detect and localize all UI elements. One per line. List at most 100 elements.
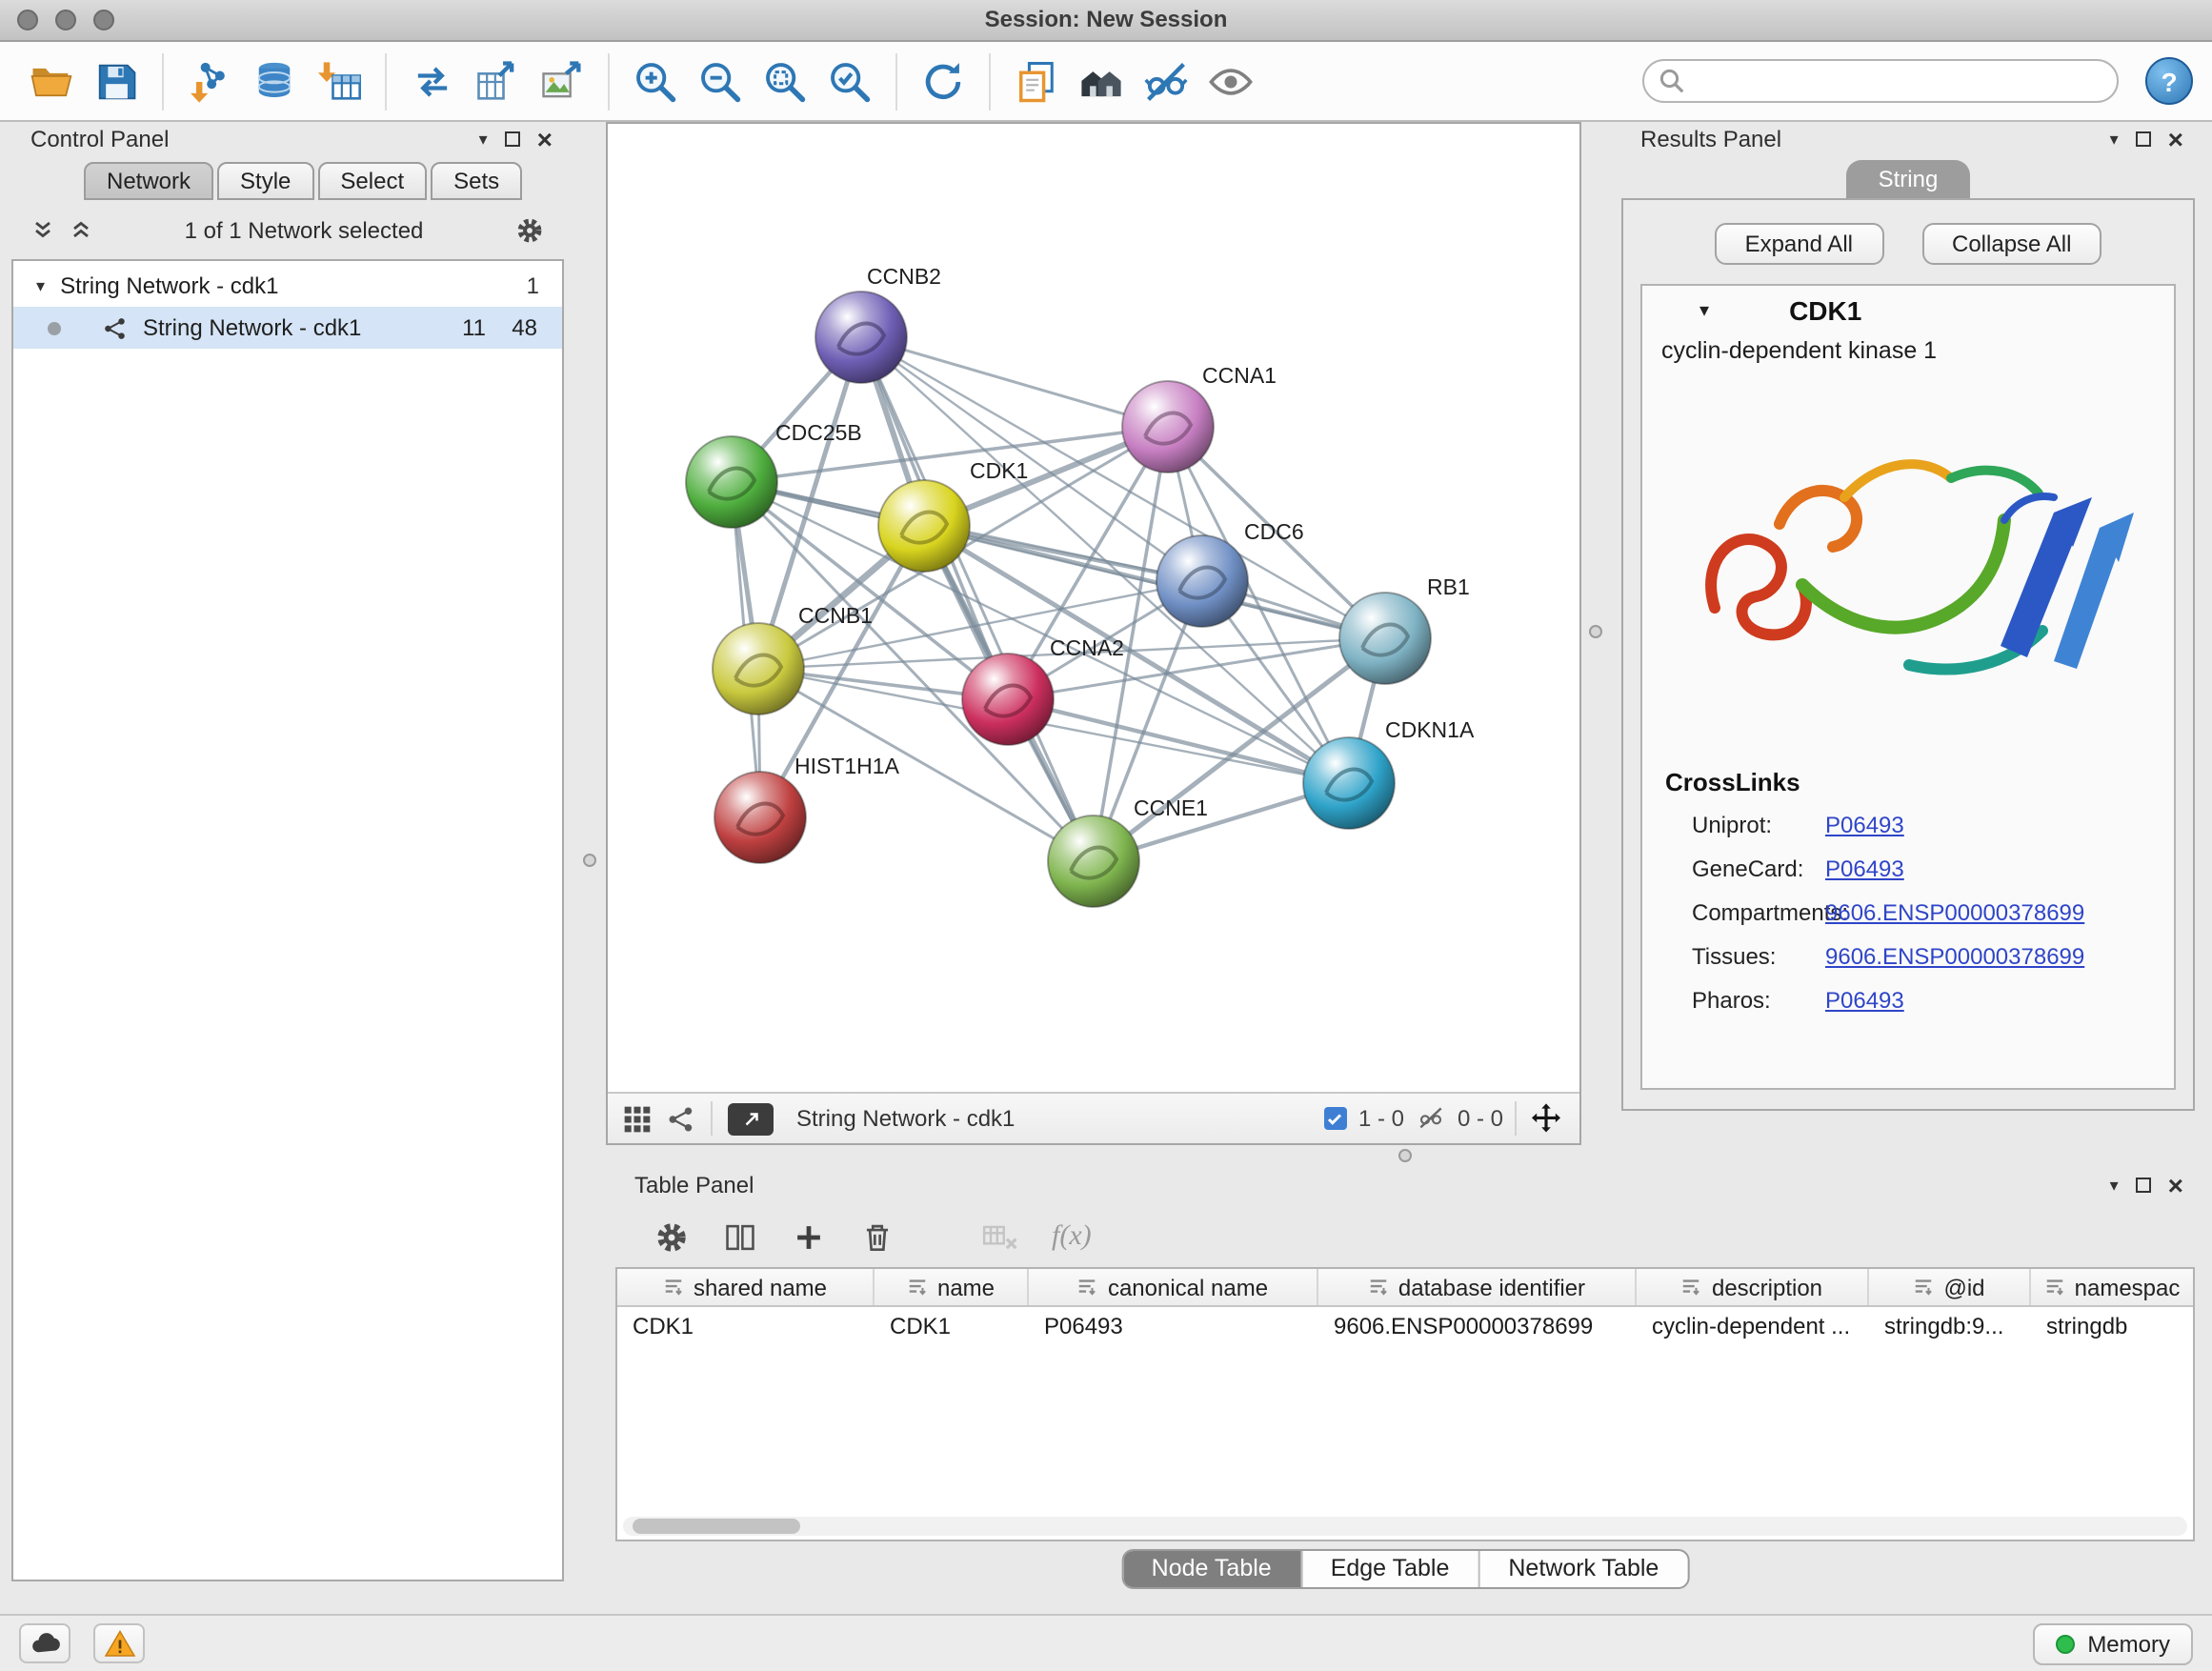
tab-edge-table[interactable]: Edge Table xyxy=(1300,1551,1478,1587)
panel-float-icon[interactable] xyxy=(2136,131,2151,147)
clone-network-button[interactable] xyxy=(467,50,528,111)
window-minimize-button[interactable] xyxy=(55,10,76,30)
panel-menu-icon[interactable]: ▾ xyxy=(2110,131,2119,148)
crosslink-tissues-link[interactable]: 9606.ENSP00000378699 xyxy=(1825,942,2084,969)
move-tool-icon[interactable] xyxy=(1528,1100,1564,1137)
column-header-shared-name[interactable]: shared name xyxy=(617,1269,875,1305)
column-header-namespace[interactable]: namespac xyxy=(2031,1269,2193,1305)
network-row-selected[interactable]: String Network - cdk1 11 48 xyxy=(13,307,562,349)
annotation-mode-button[interactable] xyxy=(728,1102,774,1135)
splitter-handle-left[interactable] xyxy=(583,854,596,867)
network-edge-CCNB2-CCNE1[interactable] xyxy=(861,337,1094,861)
network-node-CDKN1A[interactable] xyxy=(1303,737,1395,829)
create-column-plus-icon[interactable] xyxy=(791,1218,827,1255)
tab-network-table[interactable]: Network Table xyxy=(1478,1551,1687,1587)
hide-selected-button[interactable] xyxy=(1136,50,1196,111)
search-input[interactable] xyxy=(1642,59,2119,103)
gear-icon[interactable] xyxy=(514,215,545,246)
column-header-database-identifier[interactable]: database identifier xyxy=(1318,1269,1637,1305)
expand-all-button[interactable]: Expand All xyxy=(1715,223,1883,265)
network-tree: ▾ String Network - cdk1 1 String Network… xyxy=(11,259,564,1581)
import-network-file-button[interactable] xyxy=(179,50,240,111)
export-image-button[interactable] xyxy=(532,50,593,111)
gene-caret-icon[interactable]: ▾ xyxy=(1699,300,1709,321)
network-node-CDC25B[interactable] xyxy=(686,436,777,528)
zoom-fit-button[interactable] xyxy=(754,50,815,111)
scrollbar-thumb[interactable] xyxy=(633,1519,800,1534)
birdseye-grid-icon[interactable] xyxy=(623,1104,652,1133)
warnings-button[interactable] xyxy=(93,1623,145,1663)
expand-all-icon[interactable] xyxy=(69,219,93,242)
network-collection-row[interactable]: ▾ String Network - cdk1 1 xyxy=(13,265,562,307)
copy-document-button[interactable] xyxy=(1006,50,1067,111)
tab-sets[interactable]: Sets xyxy=(431,162,522,200)
tab-network[interactable]: Network xyxy=(84,162,213,200)
network-edge-CCNB2-CCNA1[interactable] xyxy=(861,337,1168,427)
open-session-button[interactable] xyxy=(21,50,82,111)
window-zoom-button[interactable] xyxy=(93,10,114,30)
horizontal-scrollbar[interactable] xyxy=(623,1517,2187,1536)
panel-close-icon[interactable]: × xyxy=(2168,1172,2183,1198)
network-view-title: String Network - cdk1 xyxy=(796,1105,1015,1132)
zoom-selected-button[interactable] xyxy=(819,50,880,111)
function-builder-button[interactable]: f(x) xyxy=(1052,1220,1092,1253)
network-canvas[interactable]: CCNB2CCNA1CDC25BCDK1CDC6RB1CCNB1CCNA2CDK… xyxy=(608,124,1579,1092)
collapse-all-button[interactable]: Collapse All xyxy=(1921,223,2101,265)
show-columns-icon[interactable] xyxy=(722,1218,758,1255)
crosslink-compartments-link[interactable]: 9606.ENSP00000378699 xyxy=(1825,898,2084,925)
panel-close-icon[interactable]: × xyxy=(537,126,553,152)
selection-network-icon[interactable] xyxy=(667,1104,695,1133)
splitter-handle-right[interactable] xyxy=(1589,625,1602,638)
network-node-CCNB1[interactable] xyxy=(713,623,804,715)
column-header-description[interactable]: description xyxy=(1637,1269,1869,1305)
help-button[interactable]: ? xyxy=(2145,57,2193,105)
tree-caret-icon[interactable]: ▾ xyxy=(36,275,45,296)
network-node-CCNA2[interactable] xyxy=(962,654,1054,745)
column-header-canonical-name[interactable]: canonical name xyxy=(1029,1269,1318,1305)
table-row[interactable]: CDK1 CDK1 P06493 9606.ENSP00000378699 cy… xyxy=(617,1307,2193,1345)
import-table-button[interactable] xyxy=(309,50,370,111)
network-node-CCNA1[interactable] xyxy=(1122,381,1214,473)
panel-menu-icon[interactable]: ▾ xyxy=(2110,1177,2119,1194)
crosslink-pharos-link[interactable]: P06493 xyxy=(1825,986,1904,1013)
zoom-in-button[interactable] xyxy=(625,50,686,111)
selected-checkbox-icon[interactable] xyxy=(1324,1107,1347,1130)
memory-button[interactable]: Memory xyxy=(2032,1622,2193,1664)
network-node-CCNB2[interactable] xyxy=(815,292,907,383)
network-node-HIST1H1A[interactable] xyxy=(714,772,806,863)
cell-database-identifier: 9606.ENSP00000378699 xyxy=(1318,1307,1637,1345)
import-network-database-button[interactable] xyxy=(244,50,305,111)
panel-menu-icon[interactable]: ▾ xyxy=(479,131,488,148)
control-panel-tabs: Network Style Select Sets xyxy=(11,162,564,200)
string-home-button[interactable] xyxy=(1071,50,1132,111)
hidden-glasses-icon[interactable] xyxy=(1416,1103,1446,1134)
crosslink-genecard-link[interactable]: P06493 xyxy=(1825,855,1904,881)
tab-node-table[interactable]: Node Table xyxy=(1123,1551,1300,1587)
refresh-view-button[interactable] xyxy=(913,50,974,111)
column-header-name[interactable]: name xyxy=(875,1269,1029,1305)
column-header-id[interactable]: @id xyxy=(1869,1269,2031,1305)
show-all-button[interactable] xyxy=(1200,50,1261,111)
tab-style[interactable]: Style xyxy=(217,162,313,200)
cloud-sync-button[interactable] xyxy=(19,1623,70,1663)
splitter-handle-bottom[interactable] xyxy=(1398,1149,1412,1162)
window-close-button[interactable] xyxy=(17,10,38,30)
zoom-out-button[interactable] xyxy=(690,50,751,111)
network-node-CDK1[interactable] xyxy=(878,480,970,572)
tab-string[interactable]: String xyxy=(1846,160,1971,198)
collapse-all-icon[interactable] xyxy=(30,219,55,242)
panel-float-icon[interactable] xyxy=(2136,1178,2151,1193)
delete-table-icon[interactable] xyxy=(979,1218,1019,1255)
panel-float-icon[interactable] xyxy=(505,131,520,147)
panel-close-icon[interactable]: × xyxy=(2168,126,2183,152)
table-mode-gear-icon[interactable] xyxy=(654,1218,690,1255)
new-network-button[interactable] xyxy=(402,50,463,111)
delete-column-trash-icon[interactable] xyxy=(859,1218,895,1255)
network-node-CCNE1[interactable] xyxy=(1048,815,1139,907)
network-node-RB1[interactable] xyxy=(1339,593,1431,684)
save-session-button[interactable] xyxy=(86,50,147,111)
column-sort-icon xyxy=(1077,1277,1098,1298)
crosslink-uniprot-link[interactable]: P06493 xyxy=(1825,811,1904,837)
tab-select[interactable]: Select xyxy=(317,162,427,200)
network-node-CDC6[interactable] xyxy=(1156,535,1248,627)
